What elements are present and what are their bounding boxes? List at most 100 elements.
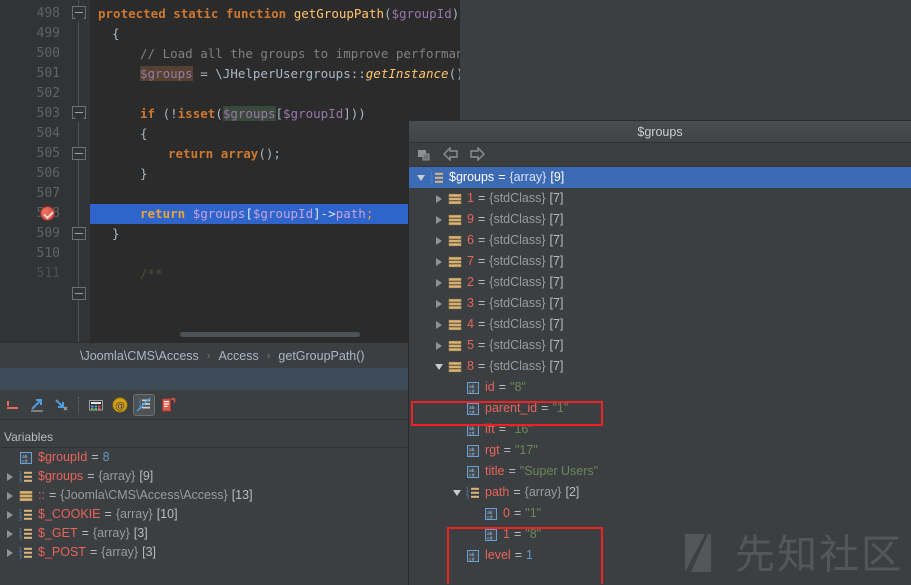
value-type: {stdClass} — [489, 314, 545, 335]
fold-marker-icon[interactable] — [72, 227, 86, 240]
expand-arrow-icon[interactable] — [2, 543, 18, 562]
expand-arrow-icon[interactable] — [2, 467, 18, 486]
value-tree[interactable]: 123$groups={array}[9]1={stdClass}[7]9={s… — [409, 167, 911, 584]
fold-marker-icon[interactable] — [72, 106, 86, 119]
variable-row[interactable]: ::={Joomla\CMS\Access\Access}[13] — [0, 486, 408, 505]
value-literal: "1" — [525, 503, 541, 524]
variable-type: {Joomla\CMS\Access\Access} — [60, 486, 227, 505]
fold-marker-icon[interactable] — [72, 6, 86, 19]
code-editor[interactable]: 498 499 500 501 502 503 504 505 506 507 … — [0, 0, 460, 342]
expand-arrow-icon[interactable] — [2, 524, 18, 543]
svg-text:cd: cd — [487, 535, 493, 541]
ide-debugger-window: 498 499 500 501 502 503 504 505 506 507 … — [0, 0, 911, 585]
value-tree-row[interactable]: 9={stdClass}[7] — [409, 209, 911, 230]
expand-arrow-icon[interactable] — [431, 315, 447, 334]
value-equals: = — [513, 482, 520, 503]
breakpoint-icon[interactable] — [40, 206, 55, 221]
object-type-icon — [447, 212, 463, 228]
expand-arrow-icon[interactable] — [431, 294, 447, 313]
value-key: 1 — [467, 188, 474, 209]
groups-value-popup[interactable]: $groups 123$groups={array}[9]1 = {stdClass… — [408, 120, 911, 585]
debug-tab-strip — [0, 368, 408, 390]
breadcrumb-item-method[interactable]: getGroupPath() — [278, 349, 364, 363]
export-threads-icon[interactable] — [157, 394, 179, 416]
collapse-arrow-icon[interactable] — [413, 168, 429, 187]
value-tree-row[interactable]: abcdrgt="17" — [409, 440, 911, 461]
value-tree-row[interactable]: 123path={array}[2] — [409, 482, 911, 503]
value-tree-row[interactable]: 4={stdClass}[7] — [409, 314, 911, 335]
value-tree-row[interactable]: 3={stdClass}[7] — [409, 293, 911, 314]
value-tree-row-selected[interactable]: 123$groups={array}[9] — [409, 167, 911, 188]
back-arrow-icon[interactable] — [443, 147, 459, 163]
value-equals: = — [541, 398, 548, 419]
expand-arrow-icon[interactable] — [431, 231, 447, 250]
chevron-right-icon: › — [267, 350, 271, 362]
value-tree-row[interactable]: abcdlevel=1 — [409, 545, 911, 566]
step-over-icon[interactable] — [2, 394, 24, 416]
line-number: 500 — [8, 44, 68, 64]
variable-row[interactable]: 123$groups={array}[9] — [0, 467, 408, 486]
step-into-icon[interactable] — [26, 394, 48, 416]
value-tree-row[interactable]: 2={stdClass}[7] — [409, 272, 911, 293]
variable-type: {array} — [101, 543, 138, 562]
variable-row[interactable]: 123$_POST={array}[3] — [0, 543, 408, 562]
copy-value-icon[interactable] — [417, 147, 433, 163]
value-type: {stdClass} — [489, 209, 545, 230]
breadcrumb-item-class[interactable]: Access — [218, 349, 258, 363]
value-key: $groups — [449, 167, 494, 188]
value-tree-row[interactable]: abcdparent_id="1" — [409, 398, 911, 419]
tree-indent-spacer — [467, 525, 483, 544]
variables-list[interactable]: abcd$groupId=8123$groups={array}[9]::={J… — [0, 448, 408, 585]
variable-name: $groups — [38, 467, 83, 486]
code-token-punct: [ — [276, 106, 284, 121]
expand-arrow-icon[interactable] — [2, 505, 18, 524]
expand-arrow-icon[interactable] — [431, 336, 447, 355]
variable-row[interactable]: abcd$groupId=8 — [0, 448, 408, 467]
value-tree-row[interactable]: abcd1="8" — [409, 524, 911, 545]
value-tree-row[interactable]: 1={stdClass}[7] — [409, 188, 911, 209]
editor-gutter[interactable]: 498 499 500 501 502 503 504 505 506 507 … — [0, 0, 68, 342]
value-tree-row[interactable]: abcdlft="16" — [409, 419, 911, 440]
fold-marker-icon[interactable] — [72, 147, 86, 160]
expand-arrow-icon[interactable] — [431, 210, 447, 229]
value-key: level — [485, 545, 511, 566]
debugger-toolbar[interactable]: @ 123 — [0, 390, 408, 420]
watches-icon[interactable]: @ — [109, 394, 131, 416]
value-type: {stdClass} — [489, 188, 545, 209]
value-tree-row[interactable]: abcdtitle="Super Users" — [409, 461, 911, 482]
step-out-icon[interactable] — [50, 394, 72, 416]
value-tree-row[interactable]: 6={stdClass}[7] — [409, 230, 911, 251]
expand-arrow-icon[interactable] — [431, 273, 447, 292]
expand-arrow-icon[interactable] — [2, 486, 18, 505]
collapse-arrow-icon[interactable] — [449, 483, 465, 502]
code-line-501: $groups = \JHelperUsergroups::getInstanc… — [90, 64, 460, 84]
expand-arrow-icon[interactable] — [431, 189, 447, 208]
breadcrumb[interactable]: \Joomla\CMS\Access › Access › getGroupPa… — [0, 342, 408, 368]
value-key: rgt — [485, 440, 500, 461]
collapse-arrow-icon[interactable] — [431, 357, 447, 376]
code-line-506: } — [90, 164, 460, 184]
evaluate-expression-icon[interactable] — [85, 394, 107, 416]
value-tree-row[interactable]: 5={stdClass}[7] — [409, 335, 911, 356]
value-tree-row[interactable]: 8={stdClass}[7] — [409, 356, 911, 377]
expand-arrow-icon[interactable] — [431, 252, 447, 271]
popup-toolbar[interactable] — [409, 143, 911, 167]
value-count: [7] — [550, 188, 564, 209]
editor-fold-column[interactable] — [68, 0, 90, 342]
fold-marker-icon[interactable] — [72, 287, 86, 300]
code-text-area[interactable]: protected static function getGroupPath($… — [90, 0, 460, 342]
svg-text:cd: cd — [469, 472, 475, 478]
scrollbar-thumb[interactable] — [180, 332, 360, 337]
forward-arrow-icon[interactable] — [469, 147, 485, 163]
value-tree-row[interactable]: 7={stdClass}[7] — [409, 251, 911, 272]
value-count: [7] — [550, 272, 564, 293]
show-variables-icon[interactable]: 123 — [133, 394, 155, 416]
code-token-assign: = \JHelperUsergroups:: — [193, 66, 366, 81]
value-tree-row[interactable]: abcdid="8" — [409, 377, 911, 398]
variable-row[interactable]: 123$_COOKIE={array}[10] — [0, 505, 408, 524]
value-tree-row[interactable]: abcd0="1" — [409, 503, 911, 524]
breadcrumb-item-namespace[interactable]: \Joomla\CMS\Access — [80, 349, 199, 363]
object-type-icon — [18, 488, 34, 504]
chevron-right-icon: › — [207, 350, 211, 362]
variable-row[interactable]: 123$_GET={array}[3] — [0, 524, 408, 543]
